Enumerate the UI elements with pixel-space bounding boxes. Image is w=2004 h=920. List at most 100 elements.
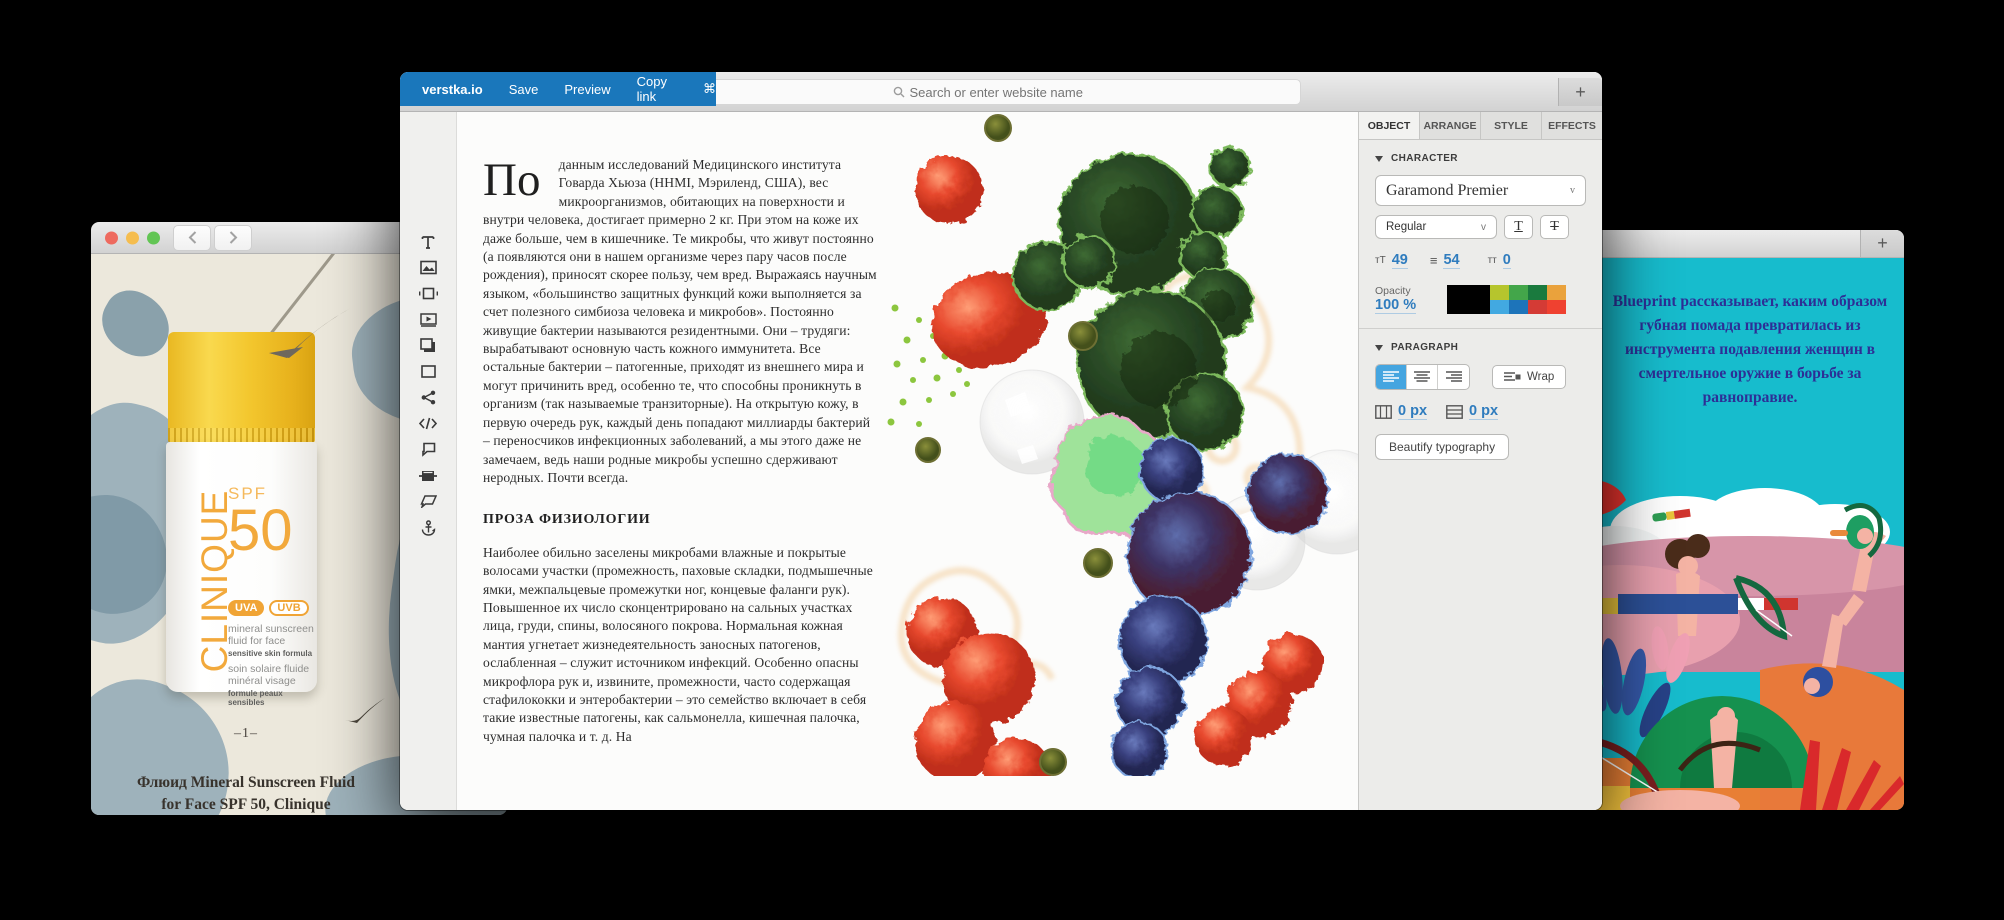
color-swatch[interactable] — [1528, 300, 1547, 315]
beautify-typography-button[interactable]: Beautify typography — [1375, 434, 1509, 460]
bird-silhouette — [259, 306, 355, 366]
opacity-value[interactable]: 100 % — [1375, 297, 1416, 314]
font-style-select[interactable]: Regular v — [1375, 215, 1497, 239]
spf-value: 50 — [228, 504, 293, 558]
paragraph-2: Наиболее обильно заселены микробами влаж… — [483, 545, 873, 744]
align-right-button[interactable] — [1438, 365, 1469, 389]
caption-line1: Флюид Mineral Sunscreen Fluid — [91, 772, 401, 794]
color-swatch-black[interactable] — [1447, 285, 1490, 314]
dropcap: По — [483, 156, 559, 199]
address-bar[interactable] — [701, 79, 1301, 105]
bottle-body: CLINIQUE SPF 50 UVA UVB mineral sunscree… — [166, 442, 317, 692]
shortcuts-button[interactable]: ⌘ — [703, 81, 716, 97]
wrap-button[interactable]: Wrap — [1492, 365, 1566, 389]
align-left-button[interactable] — [1376, 365, 1407, 389]
color-swatch[interactable] — [1509, 300, 1528, 315]
code-tool-icon[interactable] — [415, 415, 441, 432]
desc-en: mineral sunscreen fluid for face — [228, 623, 314, 647]
slideshow-tool-icon[interactable] — [415, 285, 441, 302]
product-bottle: CLINIQUE SPF 50 UVA UVB mineral sunscree… — [166, 332, 317, 692]
text-tool-icon[interactable] — [415, 233, 441, 250]
disclosure-triangle-icon — [1375, 156, 1383, 162]
feminism-illustration — [1560, 470, 1904, 810]
article-heading: ПРОЗА ФИЗИОЛОГИИ — [483, 511, 879, 529]
product-description: mineral sunscreen fluid for face sensiti… — [228, 624, 316, 707]
chevron-right-icon — [229, 231, 238, 244]
horizontal-padding-icon — [1375, 405, 1392, 419]
right-window-titlebar[interactable]: + — [1560, 230, 1904, 258]
minimize-button[interactable] — [126, 231, 139, 244]
article-text[interactable]: Поданным исследований Медицинского инсти… — [483, 156, 879, 746]
image-tool-icon[interactable] — [415, 259, 441, 276]
zoom-button[interactable] — [147, 231, 160, 244]
blueprint-page: Blueprint рассказывает, каким образом гу… — [1560, 258, 1904, 810]
vertical-padding-icon — [1446, 405, 1463, 419]
wrap-label: Wrap — [1527, 371, 1554, 383]
uvb-badge: UVB — [269, 600, 308, 616]
tab-effects[interactable]: EFFECTS — [1542, 112, 1602, 139]
align-center-button[interactable] — [1407, 365, 1438, 389]
layers-tool-icon[interactable] — [415, 337, 441, 354]
letter-spacing-value[interactable]: 0 — [1503, 252, 1511, 269]
line-height-value[interactable]: 54 — [1443, 252, 1459, 269]
chevron-left-icon — [188, 231, 197, 244]
comment-tool-icon[interactable] — [415, 441, 441, 458]
shape-tool-icon[interactable] — [415, 493, 441, 510]
line-height-icon: ≡ — [1430, 253, 1438, 268]
microbes-illustration — [867, 112, 1358, 776]
rectangle-tool-icon[interactable] — [415, 363, 441, 380]
new-tab-button[interactable]: + — [1558, 78, 1602, 106]
right-browser-window[interactable]: + Blueprint рассказывает, каким образом … — [1560, 230, 1904, 810]
wrap-icon — [1504, 372, 1521, 382]
close-button[interactable] — [105, 231, 118, 244]
inspector-tabs: OBJECT ARRANGE STYLE EFFECTS — [1359, 112, 1602, 140]
underline-button[interactable]: T — [1504, 215, 1533, 239]
color-swatch[interactable] — [1490, 300, 1509, 315]
horizontal-padding-value[interactable]: 0 px — [1398, 403, 1427, 420]
editor-canvas[interactable]: Поданным исследований Медицинского инсти… — [457, 112, 1358, 810]
copy-link-button[interactable]: Copy link — [637, 74, 677, 104]
paragraph-section-header[interactable]: PARAGRAPH — [1359, 329, 1602, 362]
back-button[interactable] — [173, 225, 211, 251]
color-swatch[interactable] — [1490, 285, 1509, 300]
vertical-padding-value[interactable]: 0 px — [1469, 403, 1498, 420]
desc-fr: soin solaire fluide minéral visage — [228, 664, 316, 687]
align-right-icon — [1446, 371, 1462, 383]
address-input[interactable] — [910, 85, 1110, 100]
section-tool-icon[interactable] — [415, 467, 441, 484]
blueprint-quote: Blueprint рассказывает, каким образом гу… — [1610, 290, 1890, 410]
chevron-down-icon: v — [1481, 222, 1486, 233]
font-family-select[interactable]: Garamond Premier v — [1375, 175, 1586, 206]
forward-button[interactable] — [214, 225, 252, 251]
strikethrough-button[interactable]: T — [1540, 215, 1569, 239]
font-family-value: Garamond Premier — [1386, 182, 1508, 200]
color-swatches[interactable] — [1447, 285, 1566, 314]
character-section-label: CHARACTER — [1391, 153, 1458, 164]
tab-object[interactable]: OBJECT — [1359, 112, 1420, 139]
video-tool-icon[interactable] — [415, 311, 441, 328]
tab-style[interactable]: STYLE — [1481, 112, 1542, 139]
color-swatch[interactable] — [1528, 285, 1547, 300]
font-size-icon: тT — [1375, 255, 1386, 266]
caption-line2: for Face SPF 50, Clinique — [91, 794, 401, 815]
disclosure-triangle-icon — [1375, 345, 1383, 351]
preview-button[interactable]: Preview — [564, 82, 610, 97]
anchor-tool-icon[interactable] — [415, 519, 441, 536]
new-tab-button[interactable]: + — [1860, 230, 1904, 257]
color-swatch[interactable] — [1509, 285, 1528, 300]
color-swatch[interactable] — [1547, 300, 1566, 315]
tab-arrange[interactable]: ARRANGE — [1420, 112, 1481, 139]
uva-badge: UVA — [228, 600, 264, 616]
verstka-logo[interactable]: verstka.io — [422, 82, 483, 97]
color-swatch[interactable] — [1547, 285, 1566, 300]
font-size-value[interactable]: 49 — [1392, 252, 1408, 269]
character-section-header[interactable]: CHARACTER — [1359, 140, 1602, 173]
align-center-icon — [1414, 371, 1430, 383]
save-button[interactable]: Save — [509, 82, 539, 97]
desc-fr-note: formule peaux sensibles — [228, 689, 316, 707]
desktop: CLINIQUE SPF 50 UVA UVB mineral sunscree… — [0, 0, 2004, 920]
desc-en-note: sensitive skin formula — [228, 649, 316, 658]
share-tool-icon[interactable] — [415, 389, 441, 406]
align-left-icon — [1383, 371, 1399, 383]
main-browser-window[interactable]: + verstka.io Save Preview Copy link ⌘ — [400, 72, 1602, 810]
